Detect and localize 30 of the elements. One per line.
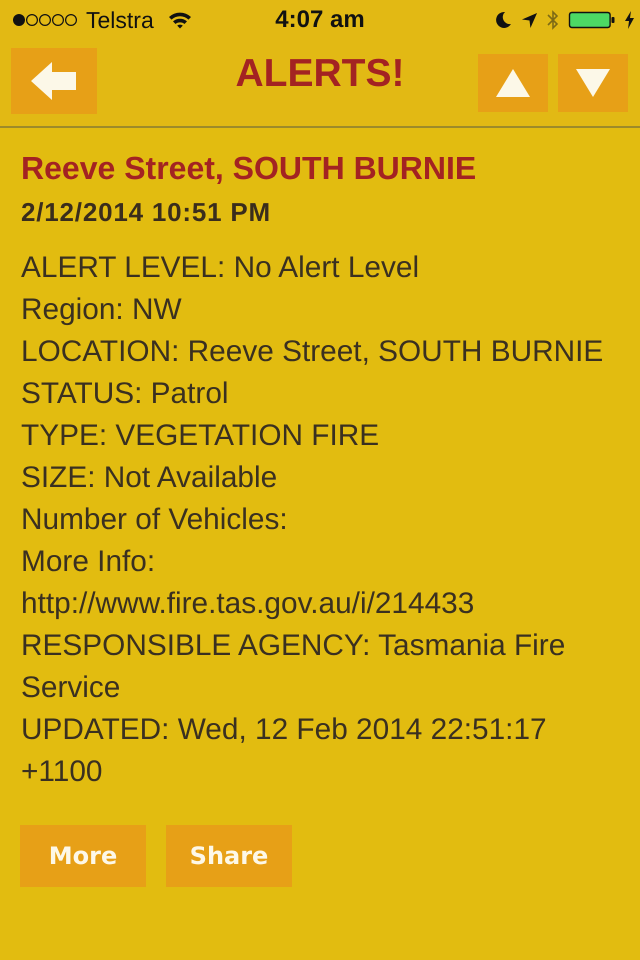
detail-line: SIZE: Not Available [21, 460, 278, 496]
charging-bolt-icon [625, 11, 634, 29]
wifi-icon [168, 11, 192, 29]
up-triangle-icon [496, 69, 530, 97]
signal-strength-icon [12, 13, 78, 27]
detail-line: TYPE: VEGETATION FIRE [21, 418, 380, 454]
moon-icon [494, 11, 512, 29]
detail-line: Region: NW [21, 292, 183, 328]
detail-line: More Info: http://www.fire.tas.gov.au/i/214433 [21, 544, 476, 622]
detail-line: ALERT LEVEL: No Alert Level [21, 250, 420, 286]
screen-title: ALERTS! [236, 52, 404, 96]
carrier-name: Telstra [86, 6, 154, 34]
back-button[interactable] [11, 48, 97, 114]
left-arrow-icon [31, 62, 77, 100]
bluetooth-icon [547, 9, 559, 31]
down-triangle-icon [576, 69, 610, 97]
battery-icon [568, 11, 616, 29]
previous-button[interactable] [478, 54, 548, 112]
detail-line: STATUS: Patrol [21, 376, 230, 412]
alert-datetime: 2/12/2014 10:51 PM [21, 197, 272, 227]
detail-line: RESPONSIBLE AGENCY: Tasmania Fire Service [21, 628, 566, 706]
clock-time: 4:07 am [275, 6, 365, 34]
share-button[interactable]: Share [166, 825, 292, 887]
next-button[interactable] [558, 54, 628, 112]
location-arrow-icon [521, 12, 538, 28]
detail-line: Number of Vehicles: [21, 502, 289, 538]
alert-title: Reeve Street, SOUTH BURNIE [21, 149, 478, 187]
detail-line: UPDATED: Wed, 12 Feb 2014 22:51:17 +1100 [21, 712, 548, 790]
more-button[interactable]: More [20, 825, 146, 887]
detail-line: LOCATION: Reeve Street, SOUTH BURNIE [21, 334, 604, 370]
